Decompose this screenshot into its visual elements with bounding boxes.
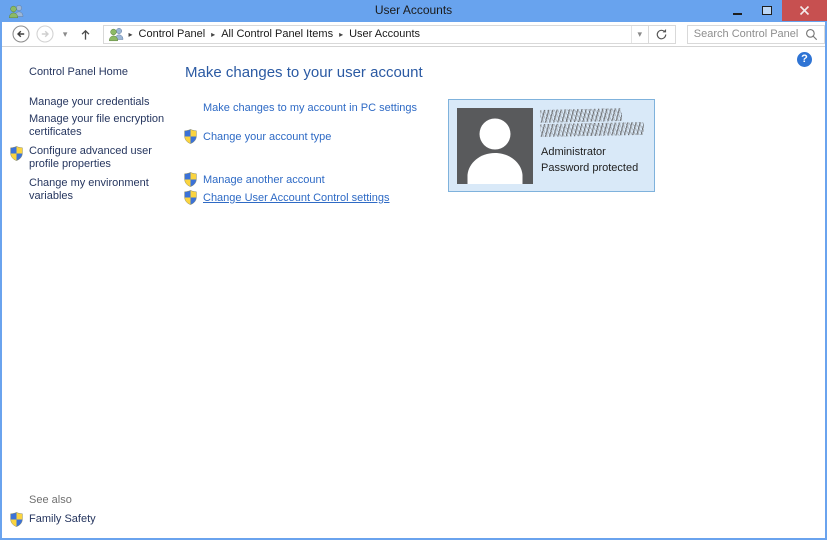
search-box xyxy=(686,24,825,44)
task-row: Change User Account Control settings xyxy=(184,190,390,205)
uac-shield-icon xyxy=(184,172,197,187)
sidebar-item-environment-variables[interactable]: Change my environment variables xyxy=(29,177,179,203)
link-change-account-type[interactable]: Change your account type xyxy=(203,131,331,143)
back-icon xyxy=(12,25,30,43)
breadcrumb-separator-icon: ▸ xyxy=(211,29,216,39)
minimize-icon xyxy=(732,12,742,15)
link-pc-settings[interactable]: Make changes to my account in PC setting… xyxy=(203,102,417,114)
user-avatar xyxy=(457,108,533,184)
title-bar: User Accounts xyxy=(0,0,827,22)
person-silhouette-icon xyxy=(467,118,523,184)
sidebar-item-advanced-profile[interactable]: Configure advanced user profile properti… xyxy=(29,145,179,171)
redacted-user-name xyxy=(539,108,623,123)
search-input[interactable] xyxy=(693,28,805,40)
control-panel-icon xyxy=(108,26,125,42)
window-controls xyxy=(722,0,827,21)
help-button[interactable]: ? xyxy=(797,52,812,67)
user-account-tile: Administrator Password protected xyxy=(448,99,655,192)
task-row: Change your account type xyxy=(184,129,331,144)
breadcrumb-control-panel[interactable]: Control Panel xyxy=(135,28,210,40)
user-accounts-window: User Accounts ▾ ▸ Control Panel ▸ All Co… xyxy=(0,0,827,540)
address-dropdown-button[interactable]: ▾ xyxy=(630,25,648,43)
breadcrumb: ▸ Control Panel ▸ All Control Panel Item… xyxy=(104,26,631,43)
breadcrumb-separator-icon: ▸ xyxy=(339,29,344,39)
up-button[interactable] xyxy=(75,25,96,44)
link-change-uac-settings[interactable]: Change User Account Control settings xyxy=(203,192,390,204)
forward-button[interactable] xyxy=(35,25,56,44)
breadcrumb-all-items[interactable]: All Control Panel Items xyxy=(217,28,337,40)
task-row: Make changes to my account in PC setting… xyxy=(203,102,417,114)
recent-pages-dropdown[interactable]: ▾ xyxy=(59,25,72,44)
account-role-label: Administrator xyxy=(541,146,606,158)
refresh-button[interactable] xyxy=(647,25,675,43)
uac-shield-icon xyxy=(10,146,23,161)
sidebar-item-family-safety[interactable]: Family Safety xyxy=(29,513,179,526)
forward-icon xyxy=(36,25,54,43)
uac-shield-icon xyxy=(10,512,23,527)
sidebar-item-control-panel-home[interactable]: Control Panel Home xyxy=(29,66,179,79)
window-title: User Accounts xyxy=(374,3,453,17)
search-icon xyxy=(806,28,818,40)
uac-shield-icon xyxy=(184,129,197,144)
sidebar-item-manage-credentials[interactable]: Manage your credentials xyxy=(29,96,179,109)
maximize-button[interactable] xyxy=(752,0,782,21)
see-also-label: See also xyxy=(29,494,72,506)
uac-shield-icon xyxy=(184,190,197,205)
page-title: Make changes to your user account xyxy=(185,64,423,81)
address-toolbar: ▾ ▸ Control Panel ▸ All Control Panel It… xyxy=(2,22,825,47)
sidebar-item-file-encryption[interactable]: Manage your file encryption certificates xyxy=(29,113,179,139)
minimize-button[interactable] xyxy=(722,0,752,21)
account-status-label: Password protected xyxy=(541,162,639,174)
task-row: Manage another account xyxy=(184,172,325,187)
sidebar: Control Panel Home Manage your credentia… xyxy=(2,48,182,538)
breadcrumb-user-accounts[interactable]: User Accounts xyxy=(345,28,424,40)
back-button[interactable] xyxy=(11,25,32,44)
up-arrow-icon xyxy=(81,29,89,40)
close-icon xyxy=(799,5,810,16)
link-manage-another-account[interactable]: Manage another account xyxy=(203,174,325,186)
breadcrumb-separator-icon: ▸ xyxy=(128,29,133,39)
content-area: ? Control Panel Home Manage your credent… xyxy=(2,48,825,538)
close-button[interactable] xyxy=(782,0,827,21)
breadcrumb-bar: ▸ Control Panel ▸ All Control Panel Item… xyxy=(102,24,676,44)
refresh-icon xyxy=(657,28,667,39)
redacted-user-detail xyxy=(539,121,645,138)
maximize-icon xyxy=(762,6,772,15)
